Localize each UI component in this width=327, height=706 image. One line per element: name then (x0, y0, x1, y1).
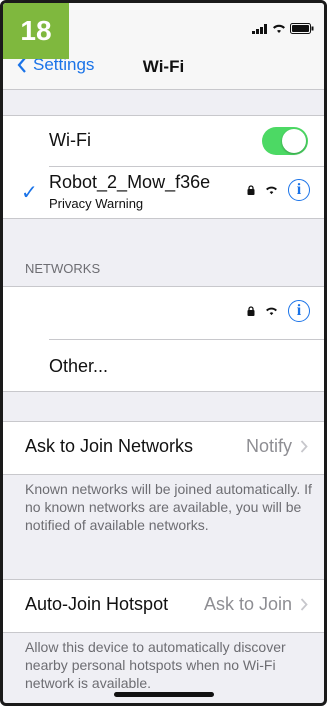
ask-to-join-value: Notify (245, 436, 292, 456)
ask-to-join-section: Ask to Join Networks Notify (3, 421, 324, 475)
auto-join-label: Auto-Join Hotspot (25, 594, 169, 614)
checkmark-icon: ✓ (21, 182, 38, 204)
chevron-right-icon (300, 440, 308, 453)
networks-header: NETWORKS (25, 261, 101, 276)
cellular-signal-icon (252, 23, 267, 34)
wifi-signal-icon (266, 307, 277, 316)
connected-network-row[interactable]: ✓ Robot_2_Mow_f36e Privacy Warning i (3, 166, 324, 218)
auto-join-row[interactable]: Auto-Join Hotspot Ask to Join (3, 580, 324, 632)
connected-network-name: Robot_2_Mow_f36e (49, 172, 211, 192)
battery-icon (290, 23, 314, 34)
home-indicator[interactable] (113, 692, 214, 697)
lock-icon (247, 306, 255, 316)
phone-frame: 18 Settings Wi-Fi Wi-Fi ✓ Robot_2_Mow_f3… (0, 0, 327, 706)
auto-join-value-group: Ask to Join (204, 594, 308, 615)
wifi-section: Wi-Fi ✓ Robot_2_Mow_f36e Privacy Warning… (3, 115, 324, 219)
wifi-status-icon (273, 24, 285, 33)
other-network-label: Other... (49, 356, 109, 376)
network-icons: i (247, 179, 310, 201)
ask-to-join-footnote: Known networks will be joined automatica… (25, 481, 312, 533)
privacy-warning-label: Privacy Warning (49, 196, 144, 211)
info-icon[interactable]: i (288, 300, 310, 322)
status-icons (252, 23, 314, 34)
auto-join-value: Ask to Join (203, 594, 292, 614)
network-icons: i (247, 300, 310, 322)
wifi-toggle[interactable] (262, 127, 308, 155)
auto-join-footnote: Allow this device to automatically disco… (25, 639, 286, 691)
other-network-row[interactable]: Other... (3, 339, 324, 391)
networks-section: i Other... (3, 286, 324, 392)
page-title: Wi-Fi (142, 57, 185, 76)
wifi-signal-icon (266, 186, 277, 195)
step-badge: 18 (3, 3, 69, 59)
info-icon[interactable]: i (288, 179, 310, 201)
ask-to-join-value-group: Notify (246, 436, 308, 457)
ask-to-join-label: Ask to Join Networks (25, 436, 194, 456)
ask-to-join-row[interactable]: Ask to Join Networks Notify (3, 422, 324, 474)
wifi-toggle-row: Wi-Fi (3, 116, 324, 166)
network-row[interactable]: i (3, 287, 324, 339)
lock-icon (247, 185, 255, 195)
auto-join-section: Auto-Join Hotspot Ask to Join (3, 579, 324, 633)
chevron-right-icon (300, 598, 308, 611)
wifi-toggle-label: Wi-Fi (49, 130, 91, 150)
